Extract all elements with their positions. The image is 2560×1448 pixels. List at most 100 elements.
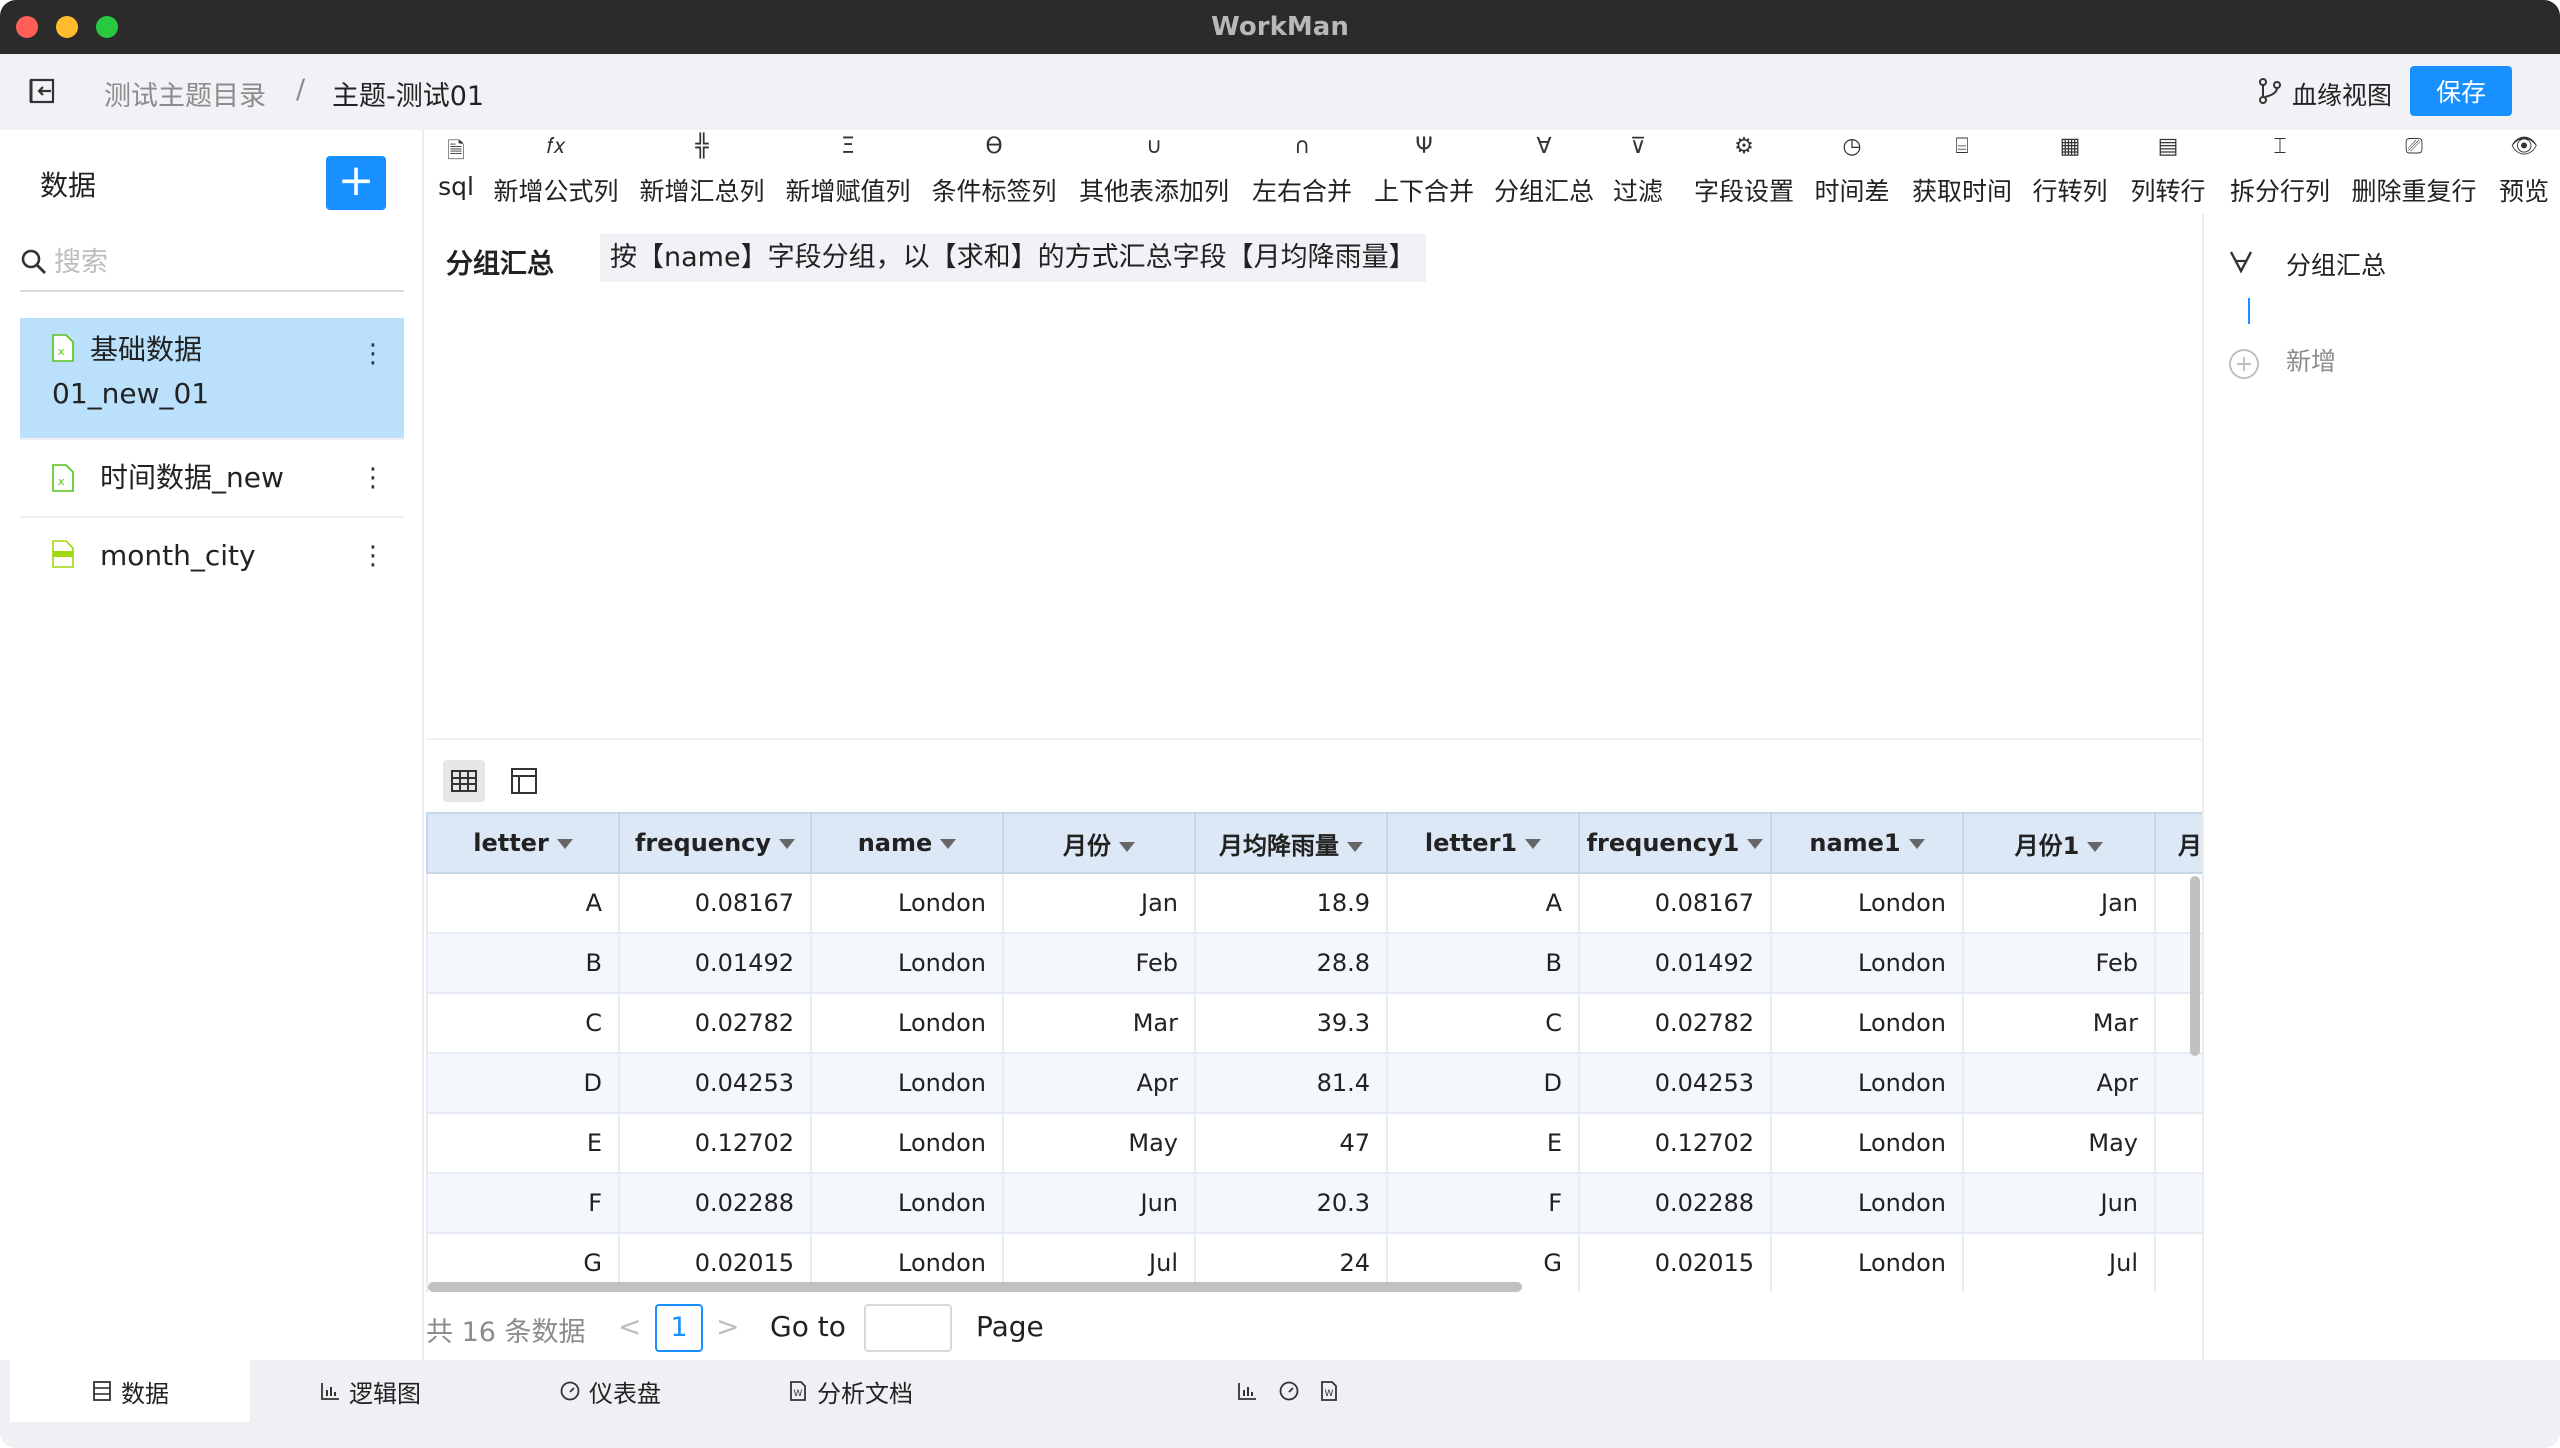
- table-cell: Feb: [1002, 932, 1196, 994]
- chart-shortcut-icon[interactable]: [1236, 1380, 1258, 1402]
- tool-left-right-merge[interactable]: ∩ 左右合并: [1250, 130, 1354, 214]
- tool-field-settings[interactable]: ⚙ 字段设置: [1692, 130, 1796, 214]
- save-button[interactable]: 保存: [2410, 66, 2512, 116]
- search-input[interactable]: [54, 242, 404, 282]
- tab-logic-diagram[interactable]: 逻辑图: [250, 1360, 490, 1422]
- column-header[interactable]: 月: [2154, 812, 2202, 874]
- tool-add-formula-column[interactable]: 𝑓𝑥 新增公式列: [492, 130, 620, 214]
- column-header[interactable]: name: [810, 812, 1004, 874]
- condition-icon: ϴ: [985, 134, 1003, 159]
- tool-sql[interactable]: 🗎 sql: [434, 130, 478, 214]
- table-cell: [2154, 1232, 2202, 1292]
- more-options-icon[interactable]: ⋮: [360, 543, 386, 569]
- next-page-icon[interactable]: >: [716, 1310, 739, 1343]
- tool-split-row-column[interactable]: ⌶ 拆分行列: [2228, 130, 2332, 214]
- tool-add-assign-column[interactable]: Ξ 新增赋值列: [784, 130, 912, 214]
- tool-filter[interactable]: ⊽ 过滤: [1610, 130, 1666, 214]
- step-description[interactable]: 按【name】字段分组，以【求和】的方式汇总字段【月均降雨量】: [600, 234, 1426, 282]
- table-cell: London: [810, 992, 1004, 1054]
- table-header-row: letter frequency name 月份 月均降雨量 letter1 f…: [426, 812, 2202, 874]
- table-cell: London: [810, 1052, 1004, 1114]
- vertical-scrollbar[interactable]: [2190, 876, 2200, 1056]
- breadcrumb-catalog[interactable]: 测试主题目录: [104, 74, 266, 113]
- tool-get-time[interactable]: ⌸ 获取时间: [1910, 130, 2014, 214]
- column-header[interactable]: letter1: [1386, 812, 1580, 874]
- dataset-item-basic-data[interactable]: x 基础数据 01_new_01 ⋮: [20, 318, 404, 438]
- table-view-button[interactable]: [443, 760, 485, 802]
- sort-caret-icon[interactable]: [1347, 841, 1363, 852]
- table-row[interactable]: F 0.02288 London Jun 20.3 F 0.02288 London Jun: [426, 1172, 2202, 1234]
- table-row[interactable]: B 0.01492 London Feb 28.8 B 0.01492 London Feb: [426, 932, 2202, 994]
- document-shortcut-icon[interactable]: W: [1318, 1380, 1340, 1402]
- goto-page-input[interactable]: [864, 1304, 952, 1352]
- table-row[interactable]: A 0.08167 London Jan 18.9 A 0.08167 London Jan: [426, 872, 2202, 934]
- table-row[interactable]: C 0.02782 London Mar 39.3 C 0.02782 London Mar: [426, 992, 2202, 1054]
- column-header[interactable]: name1: [1770, 812, 1964, 874]
- sort-caret-icon[interactable]: [1525, 839, 1542, 849]
- search-icon: [21, 249, 46, 274]
- document-icon: W: [790, 1381, 806, 1401]
- dataset-item-month-city[interactable]: month_city ⋮: [20, 518, 404, 594]
- step-item-group-summary[interactable]: 分组汇总: [2286, 246, 2386, 282]
- tab-data[interactable]: 数据: [10, 1360, 250, 1422]
- tab-analysis-document[interactable]: W 分析文档: [730, 1360, 970, 1422]
- tool-condition-label-column[interactable]: ϴ 条件标签列: [930, 130, 1058, 214]
- dashboard-shortcut-icon[interactable]: [1278, 1380, 1300, 1402]
- table-cell: F: [1386, 1172, 1580, 1234]
- column-header[interactable]: frequency: [618, 812, 812, 874]
- page-number-current[interactable]: 1: [655, 1304, 703, 1352]
- table-cell: Mar: [1962, 992, 2156, 1054]
- column-header[interactable]: 月份: [1002, 812, 1196, 874]
- search-underline: [20, 290, 404, 292]
- dataset-name-suffix: 01_new_01: [52, 377, 210, 410]
- column-header[interactable]: frequency1: [1578, 812, 1772, 874]
- tool-preview[interactable]: 👁 预览: [2496, 130, 2552, 214]
- horizontal-scrollbar[interactable]: [428, 1282, 1522, 1292]
- clock-icon: ◷: [1842, 134, 1862, 159]
- tool-columns-to-rows[interactable]: ▤ 列转行: [2128, 130, 2208, 214]
- page-label: Page: [976, 1310, 1044, 1343]
- sort-caret-icon[interactable]: [1747, 839, 1764, 849]
- sort-caret-icon[interactable]: [1119, 841, 1135, 852]
- table-row[interactable]: D 0.04253 London Apr 81.4 D 0.04253 London Apr: [426, 1052, 2202, 1114]
- sort-caret-icon[interactable]: [779, 839, 796, 849]
- add-dataset-button[interactable]: +: [326, 156, 386, 210]
- header-bar: 测试主题目录 / 主题-测试01 血缘视图 保存: [0, 54, 2560, 130]
- prev-page-icon[interactable]: <: [618, 1310, 641, 1343]
- column-header[interactable]: 月均降雨量: [1194, 812, 1388, 874]
- sort-caret-icon[interactable]: [940, 839, 957, 849]
- tool-add-column-from-table[interactable]: ∪ 其他表添加列: [1076, 130, 1232, 214]
- tool-remove-duplicates[interactable]: ⎚ 删除重复行: [2350, 130, 2478, 214]
- formula-icon: 𝑓𝑥: [546, 134, 566, 159]
- lineage-view-link[interactable]: 血缘视图: [2292, 76, 2392, 112]
- tool-add-summary-column[interactable]: ╬ 新增汇总列: [638, 130, 766, 214]
- sort-caret-icon[interactable]: [556, 839, 573, 849]
- dedupe-icon: ⎚: [2405, 134, 2423, 159]
- tab-dashboard[interactable]: 仪表盘: [490, 1360, 730, 1422]
- dataset-item-time-data[interactable]: x 时间数据_new ⋮: [20, 440, 404, 516]
- more-options-icon[interactable]: ⋮: [360, 465, 386, 491]
- svg-text:W: W: [794, 1389, 803, 1399]
- table-cell: London: [1770, 1112, 1964, 1174]
- table-cell: 0.01492: [1578, 932, 1772, 994]
- tool-time-difference[interactable]: ◷ 时间差: [1812, 130, 1892, 214]
- data-table-container[interactable]: letter frequency name 月份 月均降雨量 letter1 f…: [426, 812, 2202, 1292]
- back-icon[interactable]: [28, 76, 58, 106]
- lineage-icon[interactable]: [2256, 76, 2284, 106]
- assign-column-icon: Ξ: [841, 134, 855, 159]
- column-header[interactable]: letter: [426, 812, 620, 874]
- tool-group-summary[interactable]: ∀ 分组汇总: [1492, 130, 1596, 214]
- more-options-icon[interactable]: ⋮: [360, 341, 386, 367]
- detail-view-button[interactable]: [503, 760, 545, 802]
- tool-top-bottom-merge[interactable]: Ψ 上下合并: [1372, 130, 1476, 214]
- plus-circle-icon[interactable]: [2228, 348, 2260, 380]
- split-icon: ⌶: [2273, 134, 2287, 159]
- sort-caret-icon[interactable]: [2087, 841, 2104, 852]
- chart-icon: [321, 1383, 339, 1400]
- union-icon: ∪: [1145, 134, 1163, 159]
- sort-caret-icon[interactable]: [1908, 839, 1925, 849]
- tool-rows-to-columns[interactable]: ▦ 行转列: [2030, 130, 2110, 214]
- table-row[interactable]: E 0.12702 London May 47 E 0.12702 London May: [426, 1112, 2202, 1174]
- add-step-button[interactable]: 新增: [2286, 342, 2336, 378]
- column-header[interactable]: 月份1: [1962, 812, 2156, 874]
